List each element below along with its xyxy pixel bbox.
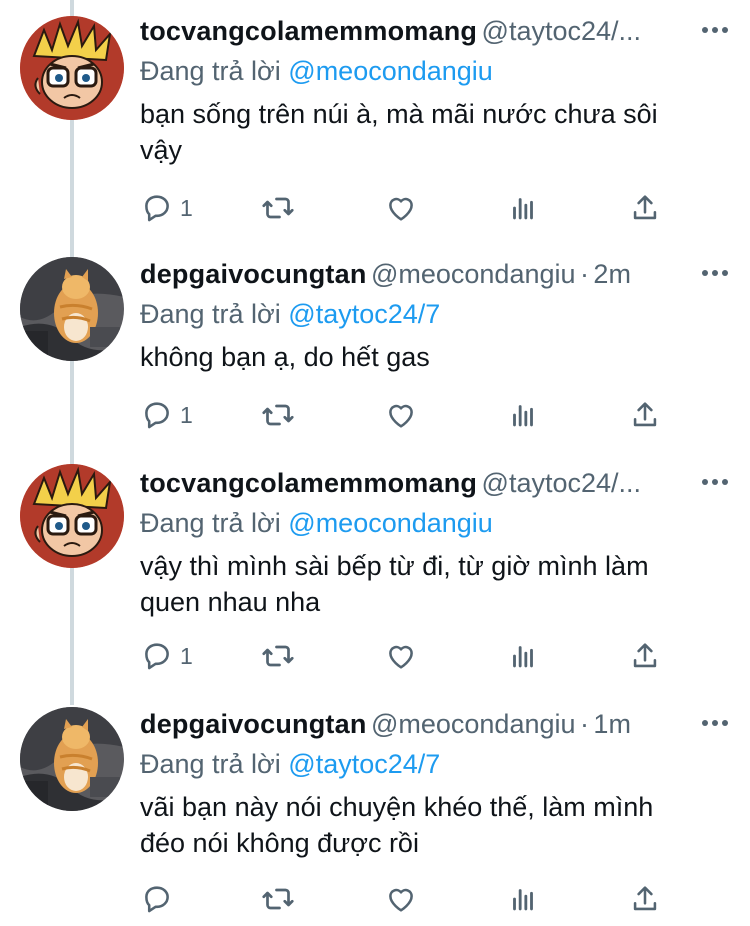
more-icon[interactable]	[700, 263, 730, 283]
analytics-button[interactable]	[506, 881, 540, 917]
share-icon	[633, 643, 657, 668]
share-icon	[633, 886, 657, 911]
replying-label: Đang trả lời	[140, 508, 281, 538]
replying-to: Đang trả lời @taytoc24/7	[140, 749, 440, 780]
mention-link[interactable]: @meocondangiu	[288, 508, 493, 538]
share-icon	[633, 195, 657, 220]
share-button[interactable]	[628, 190, 662, 226]
more-icon[interactable]	[700, 20, 730, 40]
user-handle[interactable]: @taytoc24/...	[482, 468, 641, 498]
mention-link[interactable]: @taytoc24/7	[288, 749, 440, 779]
analytics-button[interactable]	[506, 397, 540, 433]
share-button[interactable]	[628, 397, 662, 433]
reply-button[interactable]: 1	[140, 638, 193, 674]
retweet-button[interactable]	[260, 190, 296, 226]
action-bar	[140, 881, 700, 917]
analytics-icon	[513, 889, 533, 911]
replying-to: Đang trả lời @meocondangiu	[140, 56, 493, 87]
tweet-text-line: quen nhau nha	[140, 587, 321, 617]
display-name[interactable]: depgaivocungtan	[140, 709, 367, 739]
separator-dot: ·	[579, 709, 589, 739]
retweet-icon	[262, 888, 294, 910]
tweet[interactable]: tocvangcolamemmomang @taytoc24/... Đang …	[0, 462, 750, 692]
tweet-header: depgaivocungtan @meocondangiu · 1m	[140, 709, 730, 749]
retweet-button[interactable]	[260, 638, 296, 674]
analytics-button[interactable]	[506, 190, 540, 226]
timestamp[interactable]: 2m	[593, 259, 631, 289]
reply-count: 1	[180, 401, 193, 428]
retweet-icon	[262, 404, 294, 426]
replying-to: Đang trả lời @taytoc24/7	[140, 299, 440, 330]
avatar[interactable]	[20, 464, 124, 568]
display-name[interactable]: depgaivocungtan	[140, 259, 367, 289]
tweet-text-line: không bạn ạ, do hết gas	[140, 342, 430, 372]
reply-button[interactable]: 1	[140, 397, 193, 433]
tweet-header: depgaivocungtan @meocondangiu · 2m	[140, 259, 730, 299]
like-button[interactable]	[384, 397, 418, 433]
reply-button[interactable]: 1	[140, 190, 193, 226]
share-icon	[633, 402, 657, 427]
analytics-icon	[513, 405, 533, 427]
tweet-text-line: vãi bạn này nói chuyện khéo thế, làm mìn…	[140, 792, 654, 822]
like-icon	[389, 197, 413, 221]
like-icon	[389, 404, 413, 428]
separator-dot: ·	[579, 259, 589, 289]
action-bar: 1	[140, 638, 700, 674]
mention-link[interactable]: @taytoc24/7	[288, 299, 440, 329]
share-button[interactable]	[628, 881, 662, 917]
tweet-text-line: vậy thì mình sài bếp từ đi, từ giờ mình …	[140, 551, 649, 581]
tweet[interactable]: depgaivocungtan @meocondangiu · 1m Đang …	[0, 703, 750, 926]
retweet-icon	[262, 645, 294, 667]
replying-label: Đang trả lời	[140, 749, 281, 779]
action-bar: 1	[140, 190, 700, 226]
like-button[interactable]	[384, 638, 418, 674]
retweet-button[interactable]	[260, 881, 296, 917]
user-handle[interactable]: @taytoc24/...	[482, 16, 641, 46]
reply-icon	[145, 195, 169, 222]
reply-icon	[145, 886, 169, 913]
mention-link[interactable]: @meocondangiu	[288, 56, 493, 86]
reply-icon	[145, 643, 169, 670]
analytics-icon	[513, 646, 533, 668]
tweet-text: vãi bạn này nói chuyện khéo thế, làm mìn…	[140, 789, 710, 861]
timestamp[interactable]: 1m	[593, 709, 631, 739]
avatar[interactable]	[20, 16, 124, 120]
user-handle[interactable]: @meocondangiu	[371, 709, 576, 739]
share-button[interactable]	[628, 638, 662, 674]
tweet-text: vậy thì mình sài bếp từ đi, từ giờ mình …	[140, 548, 710, 620]
reply-count: 1	[180, 194, 193, 221]
tweet-text-line: bạn sống trên núi à, mà mãi nước chưa sô…	[140, 99, 658, 129]
like-button[interactable]	[384, 190, 418, 226]
tweet[interactable]: depgaivocungtan @meocondangiu · 2m Đang …	[0, 253, 750, 453]
tweet-header: tocvangcolamemmomang @taytoc24/...	[140, 16, 730, 56]
avatar[interactable]	[20, 257, 124, 361]
like-icon	[389, 888, 413, 912]
user-handle[interactable]: @meocondangiu	[371, 259, 576, 289]
like-icon	[389, 645, 413, 669]
display-name[interactable]: tocvangcolamemmomang	[140, 468, 477, 498]
replying-label: Đang trả lời	[140, 299, 281, 329]
avatar[interactable]	[20, 707, 124, 811]
tweet-text-line: vậy	[140, 135, 183, 165]
reply-count: 1	[180, 642, 193, 669]
retweet-icon	[262, 197, 294, 219]
tweet-text: bạn sống trên núi à, mà mãi nước chưa sô…	[140, 96, 710, 168]
analytics-icon	[513, 198, 533, 220]
reply-button[interactable]	[140, 881, 174, 917]
tweet-text-line: đéo nói không được rồi	[140, 828, 419, 858]
retweet-button[interactable]	[260, 397, 296, 433]
replying-to: Đang trả lời @meocondangiu	[140, 508, 493, 539]
like-button[interactable]	[384, 881, 418, 917]
more-icon[interactable]	[700, 713, 730, 733]
replying-label: Đang trả lời	[140, 56, 281, 86]
reply-icon	[145, 402, 169, 429]
tweet-header: tocvangcolamemmomang @taytoc24/...	[140, 468, 730, 508]
more-icon[interactable]	[700, 472, 730, 492]
analytics-button[interactable]	[506, 638, 540, 674]
tweet-text: không bạn ạ, do hết gas	[140, 339, 710, 375]
tweet[interactable]: tocvangcolamemmomang @taytoc24/... Đang …	[0, 10, 750, 240]
action-bar: 1	[140, 397, 700, 433]
display-name[interactable]: tocvangcolamemmomang	[140, 16, 477, 46]
